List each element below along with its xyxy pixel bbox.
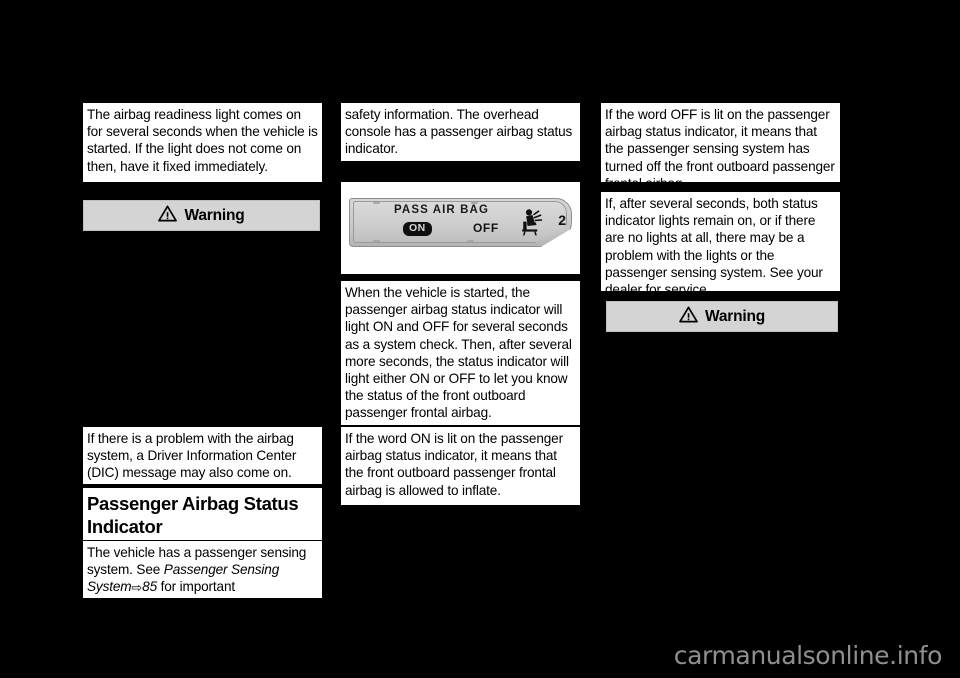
col2-paragraph-1: safety information. The overhead console…: [341, 103, 580, 161]
col1-paragraph-3: The vehicle has a passenger sensing syst…: [83, 541, 322, 598]
col1-paragraph-3-text: The vehicle has a passenger sensing syst…: [87, 544, 318, 596]
warning-triangle-icon: [158, 205, 178, 227]
site-watermark: carmanualsonline.info: [673, 641, 943, 670]
col2-paragraph-3: If the word ON is lit on the passenger a…: [341, 427, 580, 505]
col2-paragraph-2-text: When the vehicle is started, the passeng…: [345, 285, 572, 421]
col1-warning-label: Warning: [184, 206, 245, 224]
passenger-airbag-seat-number: 2: [558, 212, 566, 228]
console-screw-bottom-right: [467, 240, 474, 242]
col1-paragraph-2-text: If there is a problem with the airbag sy…: [87, 431, 297, 481]
col1-warning-banner: Warning: [83, 200, 320, 231]
console-illustration: PASS AIR BAG ON OFF 2: [349, 198, 572, 247]
col1-p3-ref-page: 85: [142, 579, 157, 595]
manual-page: The airbag readiness light comes on for …: [0, 0, 960, 678]
col2-paragraph-2: When the vehicle is started, the passeng…: [341, 281, 580, 425]
console-screw-bottom-left: [373, 240, 380, 242]
col1-section-heading-text: Passenger Airbag Status Indicator: [87, 493, 299, 537]
col3-paragraph-1-text: If the word OFF is lit on the passenger …: [605, 107, 835, 191]
col1-paragraph-1-text: The airbag readiness light comes on for …: [87, 107, 318, 174]
overhead-console-figure: PASS AIR BAG ON OFF 2: [341, 182, 580, 274]
col3-paragraph-2-text: If, after several seconds, both status i…: [605, 196, 823, 298]
col3-paragraph-1: If the word OFF is lit on the passenger …: [601, 103, 840, 191]
col1-section-heading: Passenger Airbag Status Indicator: [83, 488, 322, 540]
col1-paragraph-2: If there is a problem with the airbag sy…: [83, 427, 322, 484]
col2-paragraph-3-text: If the word ON is lit on the passenger a…: [345, 431, 563, 498]
passenger-airbag-seat-icon: [518, 207, 558, 239]
status-indicator-on: ON: [403, 222, 432, 236]
col1-paragraph-1: The airbag readiness light comes on for …: [83, 103, 322, 182]
col2-paragraph-1-text: safety information. The overhead console…: [345, 107, 573, 157]
col1-p3-tail: for important: [157, 579, 236, 595]
col3-warning-label: Warning: [704, 307, 766, 325]
warning-triangle-icon: [679, 306, 698, 328]
col3-warning-banner: Warning: [606, 301, 838, 332]
status-indicator-off: OFF: [473, 221, 499, 235]
col3-paragraph-2: If, after several seconds, both status i…: [601, 192, 840, 297]
page-ref-arrow-icon: ⇨: [131, 580, 143, 596]
